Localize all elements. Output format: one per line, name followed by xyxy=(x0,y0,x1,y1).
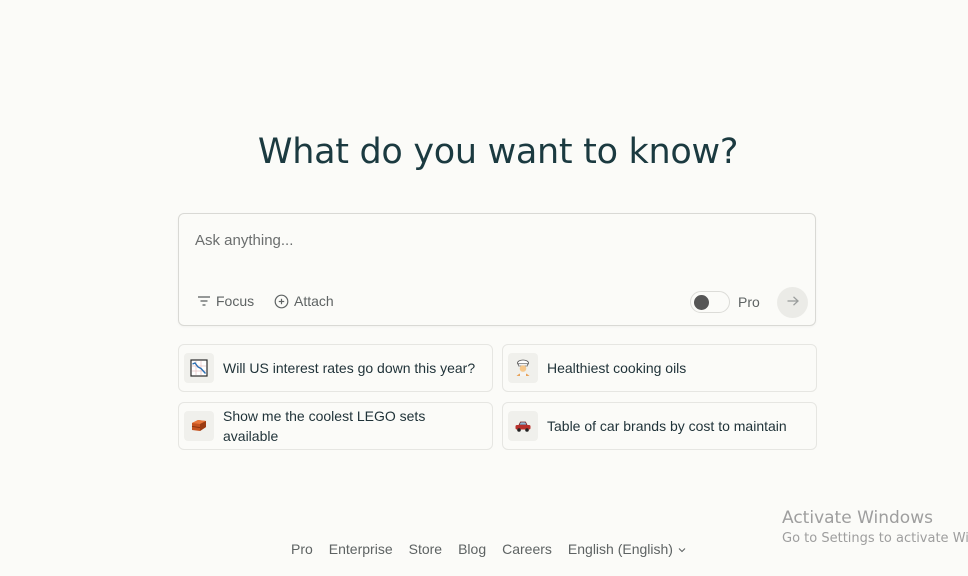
attach-label: Attach xyxy=(294,293,334,309)
plus-circle-icon xyxy=(274,294,289,309)
attach-button[interactable]: Attach xyxy=(274,293,334,309)
footer-link-blog[interactable]: Blog xyxy=(458,541,486,557)
suggestion-card[interactable]: Healthiest cooking oils xyxy=(502,344,817,392)
suggestion-label: Healthiest cooking oils xyxy=(547,360,687,376)
cook-emoji-icon xyxy=(508,353,538,383)
focus-button[interactable]: Focus xyxy=(197,293,254,309)
suggestion-label: Will US interest rates go down this year… xyxy=(223,360,476,376)
ask-input[interactable] xyxy=(195,232,785,249)
arrow-right-icon xyxy=(786,294,800,312)
submit-button[interactable] xyxy=(777,287,808,318)
focus-label: Focus xyxy=(216,293,255,309)
footer-link-careers[interactable]: Careers xyxy=(502,541,552,557)
footer-link-pro[interactable]: Pro xyxy=(291,541,313,557)
chevron-down-icon xyxy=(677,541,687,557)
suggestion-card[interactable]: Show me the coolest LEGO sets available xyxy=(178,402,493,450)
watermark-title: Activate Windows xyxy=(782,508,933,528)
footer-nav: Pro Enterprise Store Blog Careers Englis… xyxy=(291,541,687,557)
footer-link-store[interactable]: Store xyxy=(409,541,442,557)
ask-box: Focus Attach Pro xyxy=(178,213,816,326)
watermark-subtitle: Go to Settings to activate Windows. xyxy=(782,531,968,546)
suggestion-label: Table of car brands by cost to maintain xyxy=(547,418,787,434)
toggle-knob xyxy=(694,295,709,310)
suggestion-card[interactable]: Will US interest rates go down this year… xyxy=(178,344,493,392)
suggestion-label: Show me the coolest LEGO sets available xyxy=(223,408,426,444)
chart-decreasing-icon xyxy=(184,353,214,383)
pro-label: Pro xyxy=(738,294,760,310)
filter-icon xyxy=(197,295,211,307)
pro-toggle[interactable] xyxy=(690,291,730,313)
footer-link-enterprise[interactable]: Enterprise xyxy=(329,541,393,557)
brick-emoji-icon xyxy=(184,411,214,441)
language-label: English (English) xyxy=(567,541,673,557)
page-headline: What do you want to know? xyxy=(257,132,739,172)
activate-windows-watermark: Activate Windows Go to Settings to activ… xyxy=(782,508,968,550)
car-emoji-icon xyxy=(508,411,538,441)
suggestion-card[interactable]: Table of car brands by cost to maintain xyxy=(502,402,817,450)
language-selector[interactable]: English (English) xyxy=(568,541,687,557)
